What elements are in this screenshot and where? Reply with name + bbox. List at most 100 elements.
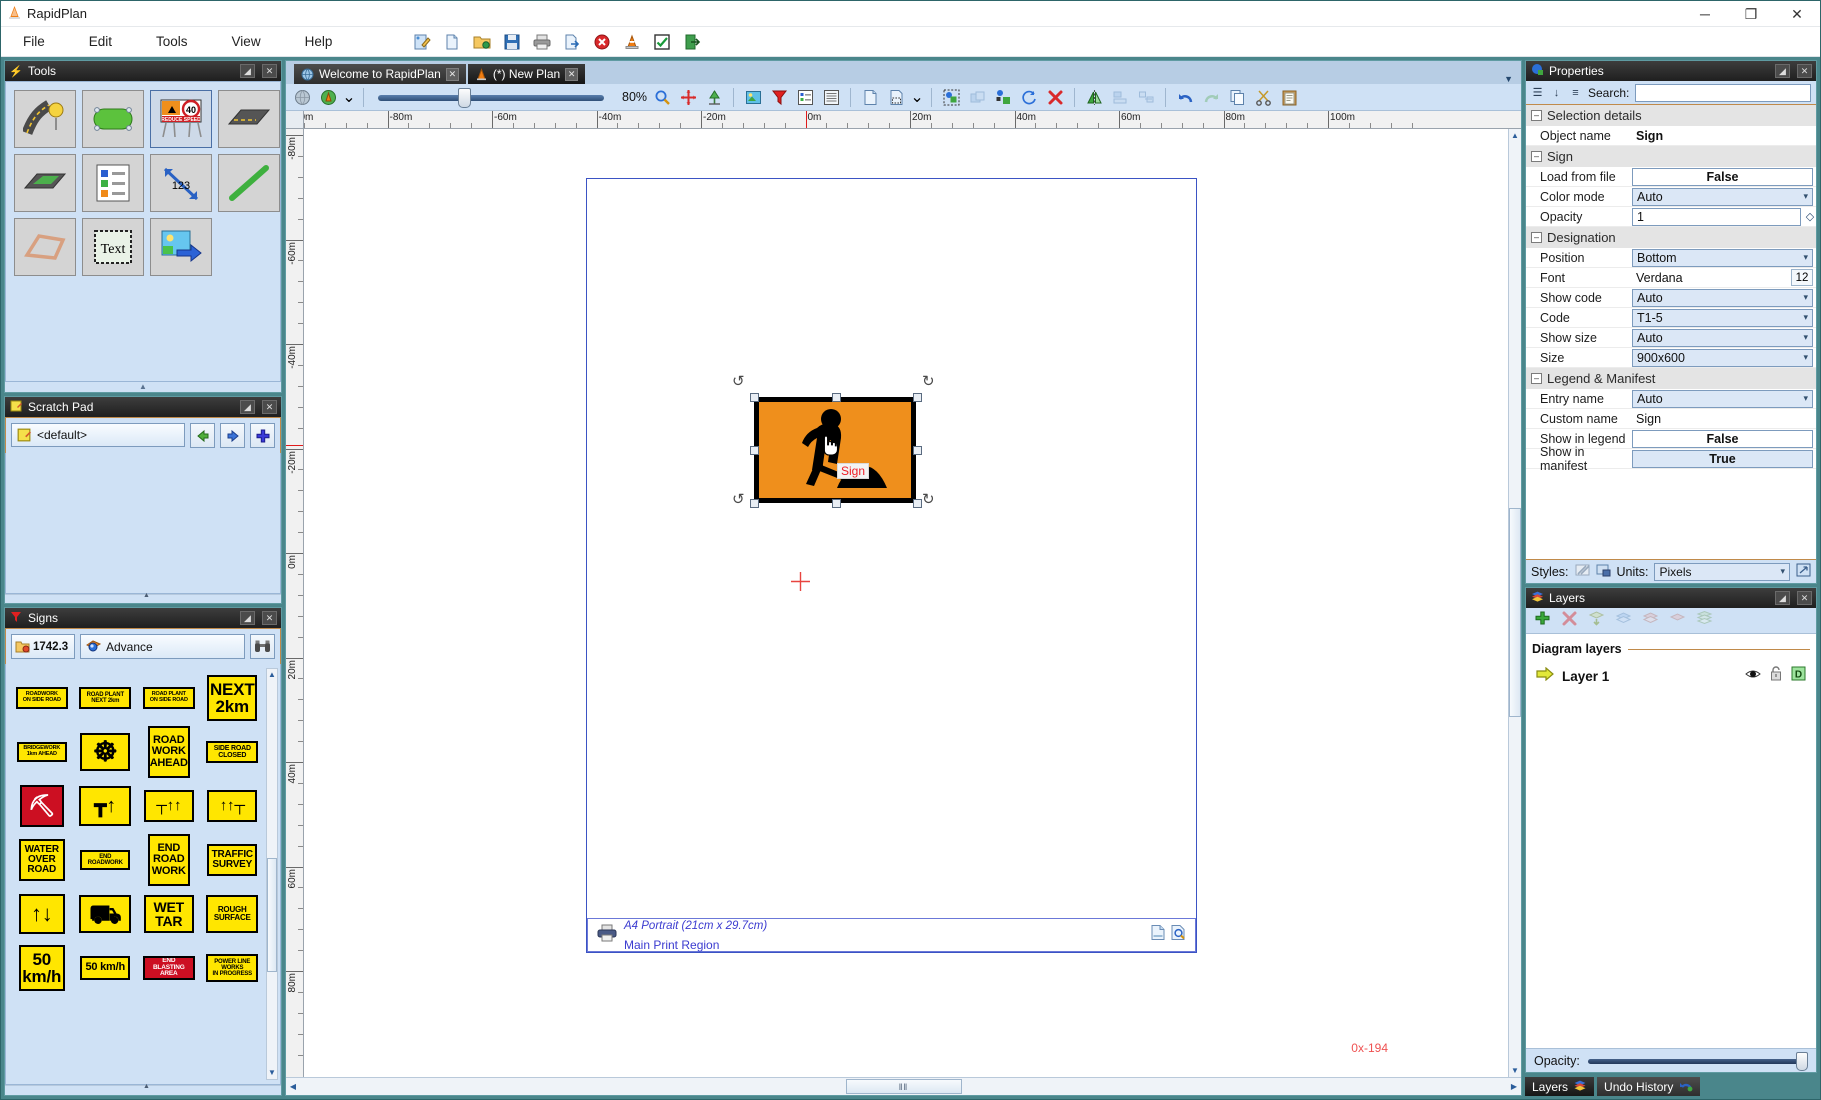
sign-cell[interactable]: ↑↑┬ [201,780,265,832]
signs-vertical-scrollbar[interactable]: ▲ ▼ [266,668,278,1080]
traffic-cone-icon[interactable] [619,30,645,54]
scratch-pad-canvas[interactable] [5,453,281,594]
sign-thumbnail[interactable]: ENDROADWORK [147,834,190,886]
units-select[interactable]: Pixels [1654,562,1790,581]
sign-thumbnail[interactable]: ROUGH SURFACE [206,895,259,933]
signs-pin-button[interactable]: ◢ [240,611,255,625]
tool-hatching[interactable] [14,154,76,212]
layer-down-icon[interactable] [1642,610,1659,632]
sign-thumbnail[interactable]: BRIDGEWORK 1km AHEAD [16,742,67,762]
canvas-scroll-left-arrow[interactable]: ◀ [286,1082,300,1091]
sign-thumbnail[interactable]: ⛟ [79,895,132,933]
property-group-header[interactable]: – Designation [1526,227,1816,248]
sign-cell[interactable]: SIDE ROAD CLOSED [201,726,265,778]
sign-thumbnail[interactable]: ┬↑↑ [143,790,194,822]
list-icon[interactable]: ≡ [1569,87,1582,99]
layer-top-icon[interactable] [1669,610,1686,632]
resize-handle-sw[interactable] [750,499,759,508]
property-value[interactable]: Bottom [1632,248,1813,267]
print-page[interactable]: A4 Portrait (21cm x 29.7cm) Main Print R… [586,178,1197,953]
copy-icon[interactable] [1226,86,1248,108]
sign-cell[interactable]: WET TAR [137,888,201,940]
sign-cell[interactable]: ⛟ [74,888,138,940]
signs-close-button[interactable]: ✕ [262,611,277,625]
canvas-scroll-right-arrow[interactable]: ▶ [1507,1082,1521,1091]
property-value[interactable]: T1-5 [1632,308,1813,327]
sign-cell[interactable]: ROUGH SURFACE [201,888,265,940]
sign-thumbnail[interactable]: SIDE ROAD CLOSED [206,741,259,763]
sign-cell[interactable]: ⛏ [10,780,74,832]
group-collapse-icon[interactable]: – [1531,232,1542,243]
sort-icon[interactable]: ↓ [1550,87,1563,99]
sign-cell[interactable]: ┳↑ [74,780,138,832]
rotate-handle-se[interactable]: ↻ [922,490,935,508]
property-value-spin[interactable]: 1 [1632,207,1801,226]
align-icon[interactable] [1109,86,1131,108]
menu-view[interactable]: View [210,27,283,57]
canvas-vertical-scrollbar[interactable]: ▲ ▼ [1508,129,1521,1077]
signs-filter-icon[interactable] [768,86,790,108]
resize-handle-nw[interactable] [750,393,759,402]
scratch-pad-scrollbar[interactable] [5,592,281,603]
bottom-tab-layers[interactable]: Layers [1525,1077,1595,1096]
snap-to-grid-icon[interactable] [677,86,699,108]
binoculars-icon[interactable] [250,634,275,659]
canvas-hscroll-thumb[interactable]: ‖‖ [845,1079,962,1094]
canvas-scroll-down-arrow[interactable]: ▼ [1509,1064,1521,1077]
sign-cell[interactable]: ┬↑↑ [137,780,201,832]
close-button[interactable]: ✕ [1774,1,1820,27]
page-preview-icon[interactable] [1170,924,1187,946]
tab-welcome-close[interactable]: ✕ [445,67,459,81]
opacity-slider[interactable] [1587,1051,1808,1071]
rotate-handle-sw[interactable]: ↺ [732,490,745,508]
sign-cell[interactable]: ↑↓ [10,888,74,940]
sign-cell[interactable]: 50 km/h [74,942,138,994]
mirror-icon[interactable] [1083,86,1105,108]
group-collapse-icon[interactable]: – [1531,151,1542,162]
background-dropdown-icon[interactable]: ⌄ [342,86,355,108]
delete-icon[interactable] [1044,86,1066,108]
checkbox-icon[interactable] [649,30,675,54]
canvas-hscroll-track[interactable]: ‖‖ [300,1078,1507,1095]
styles-save-icon[interactable] [1596,563,1611,580]
menu-help[interactable]: Help [283,27,355,57]
expand-arrows-icon[interactable] [1796,563,1811,580]
print-icon[interactable] [529,30,555,54]
layer-up-icon[interactable] [1615,610,1632,632]
property-value[interactable]: Auto [1632,389,1813,408]
unlock-icon[interactable] [1769,666,1783,686]
maximize-button[interactable]: ❐ [1728,1,1774,27]
scratch-pad-prev-button[interactable] [190,423,215,448]
sign-cell[interactable]: BRIDGEWORK 1km AHEAD [10,726,74,778]
move-layer-icon[interactable] [1588,610,1605,632]
sign-thumbnail[interactable]: NEXT 2km [207,675,258,721]
resize-handle-n[interactable] [832,393,841,402]
tool-text[interactable]: Text [82,218,144,276]
scratch-close-button[interactable]: ✕ [262,400,277,414]
tool-shape[interactable] [82,90,144,148]
tool-line[interactable] [218,154,280,212]
resize-handle-w[interactable] [750,446,759,455]
sign-cell[interactable]: ☸ [74,726,138,778]
property-value[interactable]: False [1632,429,1813,448]
sign-cell[interactable]: ROADWORK ON SIDE ROAD [10,672,74,724]
tools-collapse-arrow[interactable]: ▲ [5,382,281,392]
paste-icon[interactable] [1278,86,1300,108]
tab-overflow-dropdown[interactable]: ▼ [1504,74,1521,84]
sign-thumbnail[interactable]: ↑↓ [18,894,65,934]
globe-icon[interactable] [291,86,313,108]
signs-scroll-up-arrow[interactable]: ▲ [267,669,277,681]
sign-cell[interactable]: END BLASTING AREA [137,942,201,994]
sign-thumbnail[interactable]: ↑↑┬ [207,790,258,822]
property-group-header[interactable]: – Sign [1526,146,1816,167]
background-map-icon[interactable] [317,86,339,108]
sign-thumbnail[interactable]: WET TAR [143,895,194,933]
tool-road-segment[interactable] [218,90,280,148]
export-icon[interactable] [559,30,585,54]
property-value[interactable]: False [1632,167,1813,186]
sign-thumbnail[interactable]: ENDROADWORK [80,850,131,870]
diagram-canvas[interactable]: A4 Portrait (21cm x 29.7cm) Main Print R… [304,129,1508,1077]
tool-image[interactable] [150,218,212,276]
property-group-header[interactable]: – Legend & Manifest [1526,368,1816,389]
selected-sign-group[interactable]: ↺ ↻ ↺ ↻ Sign [732,373,936,517]
